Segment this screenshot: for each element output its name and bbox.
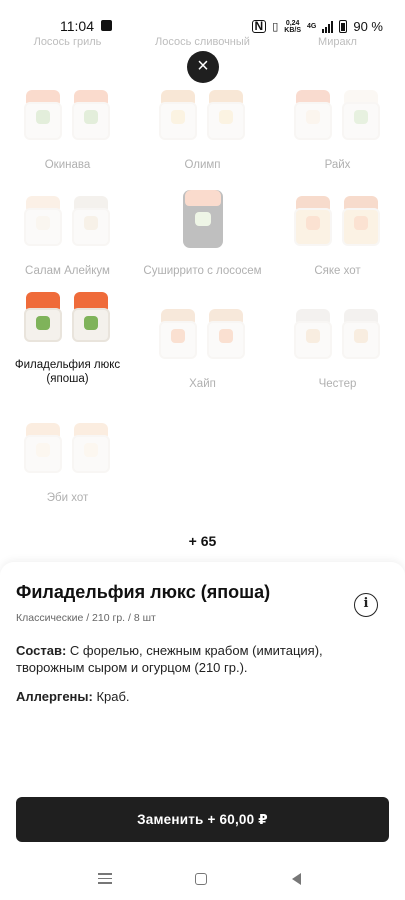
product-image [153, 299, 253, 369]
vibrate-icon: ▯ [272, 21, 279, 33]
product-card-chester[interactable]: Честер [270, 299, 405, 391]
network-speed-unit: KB/S [284, 26, 302, 34]
product-image [18, 186, 118, 256]
home-icon[interactable] [191, 870, 211, 888]
grid-top-label-3[interactable]: Миракл [270, 36, 405, 48]
product-image [153, 80, 253, 150]
product-name: Филадельфия люкс (япоша) [14, 359, 121, 385]
battery-icon [339, 20, 348, 33]
composition-label: Состав: [16, 643, 67, 658]
product-composition: Состав: С форелью, снежным крабом (имита… [16, 642, 346, 676]
product-card-sushirrito[interactable]: Сушир­рито с лососем [135, 186, 270, 278]
allergens-text: Краб. [92, 689, 130, 704]
network-speed: 0,24 KB/S [284, 20, 301, 34]
info-icon: i [363, 596, 369, 611]
product-card-okinawa[interactable]: Окинава [0, 80, 135, 172]
product-name: Райх [324, 159, 351, 171]
signal-icon [322, 20, 334, 33]
sim-icon [101, 20, 112, 31]
product-image [288, 80, 388, 150]
close-button[interactable]: × [187, 51, 219, 83]
menu-icon[interactable] [95, 870, 115, 888]
info-button[interactable]: i [354, 593, 378, 617]
product-name: Честер [318, 378, 357, 390]
product-card-philadelphia-lux[interactable]: Филадельфия люкс (япоша) [0, 288, 135, 386]
product-name: Окинава [44, 159, 91, 171]
system-nav-bar [0, 858, 405, 900]
product-card-olimp[interactable]: Олимп [135, 80, 270, 172]
status-time: 11:04 [60, 18, 94, 34]
allergens-label: Аллергены: [16, 689, 93, 704]
product-title: Филадельфия люкс (япоша) [16, 582, 271, 602]
product-meta: Классические / 210 гр. / 8 шт [16, 612, 156, 624]
product-card-raikh[interactable]: Райх [270, 80, 405, 172]
product-name: Хайп [189, 378, 216, 390]
product-image [288, 299, 388, 369]
product-image [153, 186, 253, 256]
product-name: Сяке хот [314, 265, 361, 277]
product-card-syake-hot[interactable]: Сяке хот [270, 186, 405, 278]
product-card-salam[interactable]: Салам Алейкум [0, 186, 135, 278]
nfc-icon: N [251, 20, 267, 33]
product-image [18, 413, 118, 483]
replace-button[interactable]: Заменить + 60,00 ₽ [16, 797, 389, 842]
battery-level: 90 % [353, 19, 383, 34]
grid-top-label-2[interactable]: Лосось сливочный [135, 36, 270, 48]
product-image [18, 288, 118, 358]
network-speed-value: 0,24 [285, 19, 300, 27]
status-bar: 11:04 N ▯ 0,24 KB/S 4G 90 % [0, 0, 405, 36]
product-image [288, 186, 388, 256]
product-name: Олимп [184, 159, 221, 171]
product-image [18, 80, 118, 150]
status-icons: N ▯ 0,24 KB/S 4G 90 % [251, 19, 383, 34]
grid-top-label-1[interactable]: Лосось гриль [0, 36, 135, 48]
close-icon: × [197, 55, 209, 77]
product-card-ebi-hot[interactable]: Эби хот [0, 413, 135, 505]
more-count[interactable]: + 65 [0, 533, 405, 549]
product-name: Эби хот [46, 492, 89, 504]
product-card-hype[interactable]: Хайп [135, 299, 270, 391]
product-name: Сушир­рито с лососем [143, 265, 262, 277]
back-icon[interactable] [286, 870, 306, 888]
product-allergens: Аллергены: Краб. [16, 689, 130, 704]
product-name: Салам Алейкум [25, 265, 110, 277]
network-type: 4G [307, 23, 317, 30]
